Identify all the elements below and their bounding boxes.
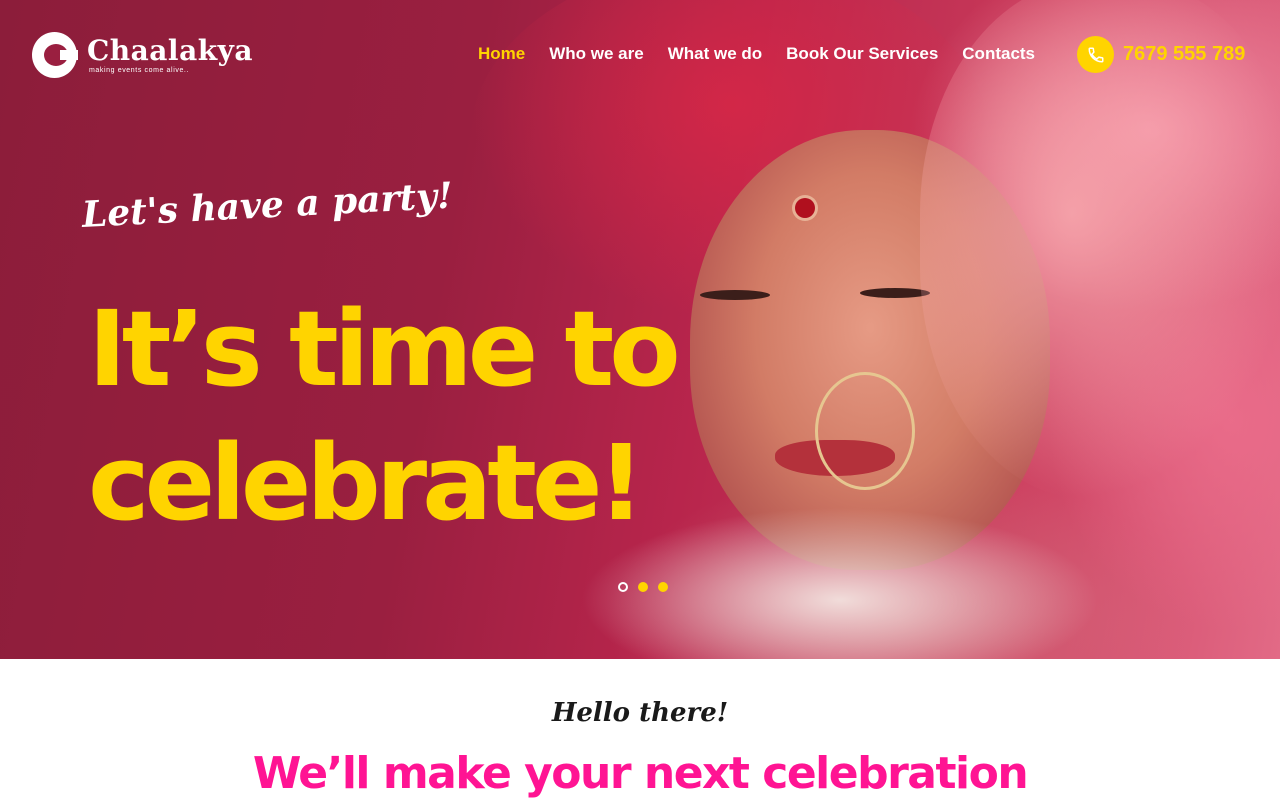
logo[interactable]: Chaalakya making events come alive.. (32, 32, 253, 78)
nav-item-home[interactable]: Home (478, 44, 525, 64)
intro-heading: We’ll make your next celebration (252, 748, 1029, 799)
intro-script-text: Hello there! (551, 698, 729, 728)
nav-item-who-we-are[interactable]: Who we are (549, 44, 643, 64)
nav-item-what-we-do[interactable]: What we do (668, 44, 762, 64)
logo-text: Chaalakya making events come alive.. (87, 34, 254, 75)
hero-image-nose-ring (815, 372, 915, 490)
phone-number[interactable]: 7679 555 789 (1123, 43, 1245, 66)
slider-dot-3[interactable] (658, 582, 668, 592)
slider-dots (618, 582, 668, 592)
phone-contact[interactable]: 7679 555 789 (1077, 36, 1245, 73)
brand-name: Chaalakya (87, 34, 254, 67)
hero-title-line-1: It’s time to (88, 288, 681, 410)
hero-image-eye (860, 288, 930, 298)
hero-script-text: Let's have a party! (80, 174, 454, 236)
main-nav: Home Who we are What we do Book Our Serv… (478, 44, 1059, 64)
hero-image-eye (700, 290, 770, 300)
nav-item-contacts[interactable]: Contacts (962, 44, 1035, 64)
brand-tagline: making events come alive.. (89, 67, 190, 74)
hero-image-blur (920, 0, 1280, 500)
hero-title-line-2: celebrate! (88, 422, 645, 544)
slider-dot-2[interactable] (638, 582, 648, 592)
slider-dot-1[interactable] (618, 582, 628, 592)
hero-title: It’s time to celebrate! (88, 282, 681, 550)
hero-banner: Let's have a party! It’s time to celebra… (0, 0, 1280, 659)
hero-image-bindi (795, 198, 815, 218)
phone-icon (1077, 36, 1114, 73)
nav-item-book-our-services[interactable]: Book Our Services (786, 44, 938, 64)
logo-c-icon (32, 32, 78, 78)
